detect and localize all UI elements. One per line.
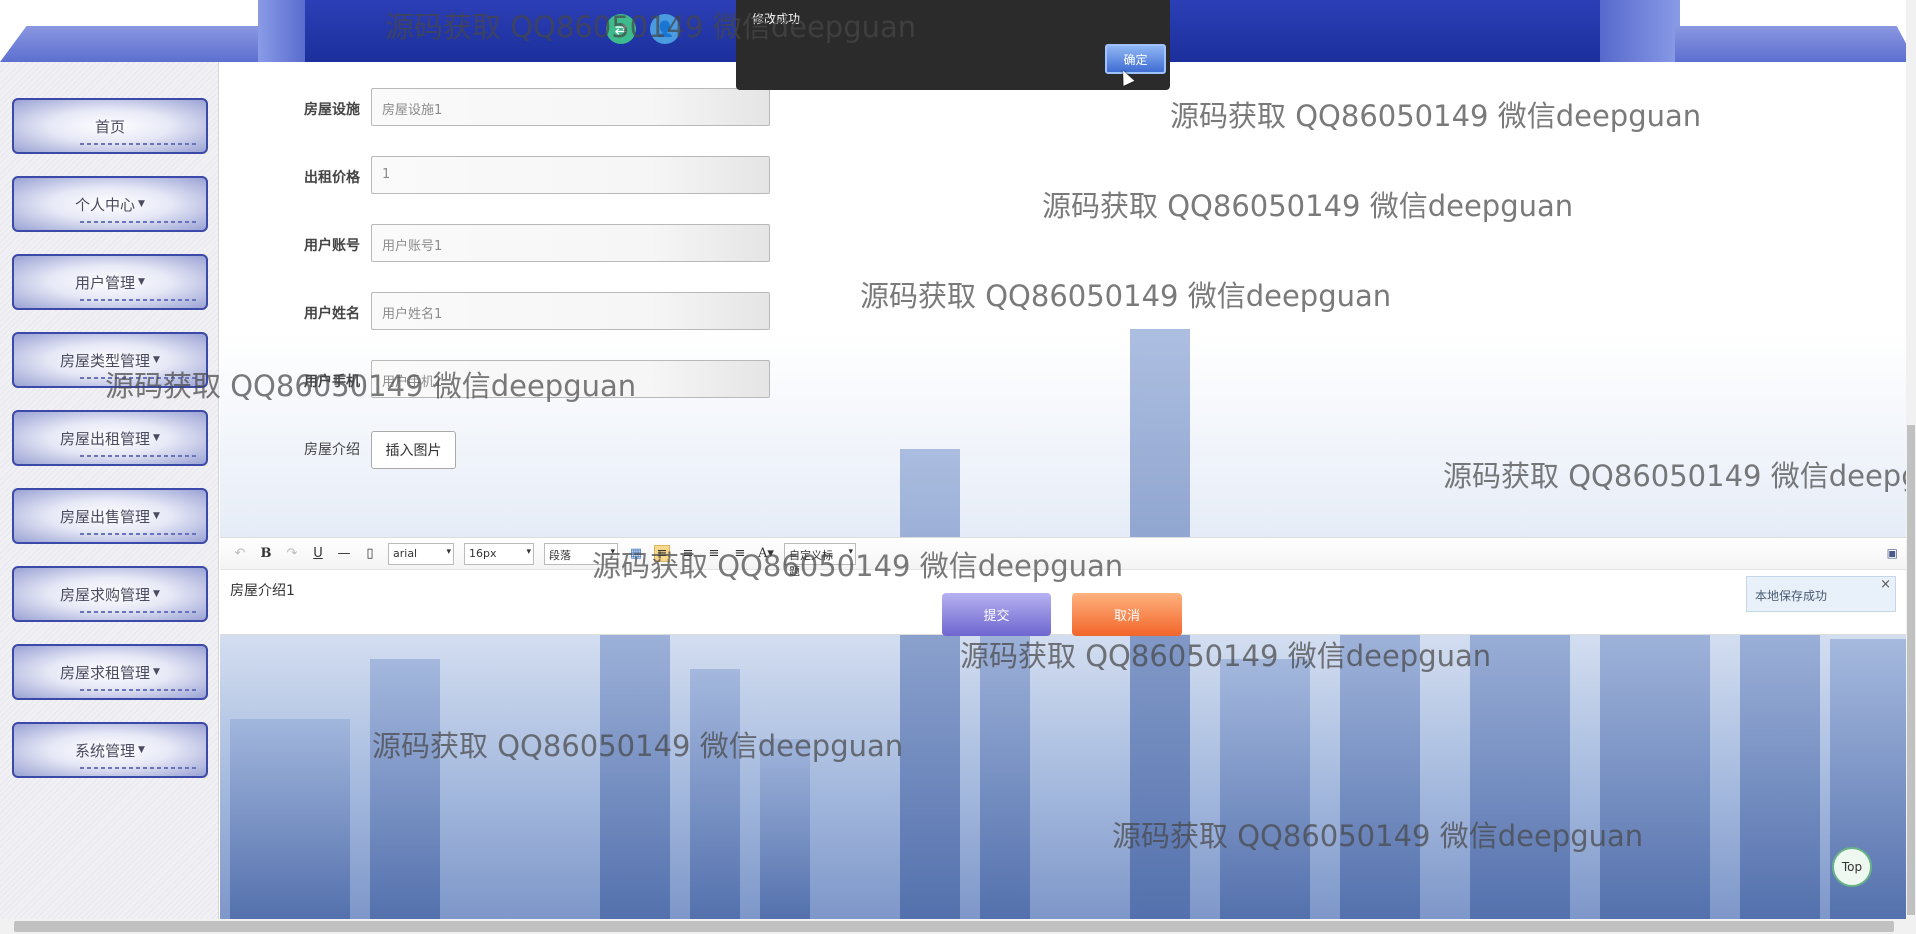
font-color-icon[interactable]: A▾ [758, 546, 774, 561]
field-label-user-account: 用户账号 [304, 238, 360, 254]
sidebar-item-house-rent[interactable]: 房屋出租管理 ▼ [12, 410, 208, 466]
field-label-user-phone: 用户手机 [304, 374, 360, 390]
page-icon[interactable]: ▯ [362, 546, 378, 561]
vertical-scrollbar-thumb[interactable] [1907, 425, 1915, 915]
swap-icon[interactable]: ⇄ [606, 14, 636, 44]
caret-down-icon: ▼ [153, 667, 160, 677]
sidebar: 首页 个人中心 ▼ 用户管理 ▼ 房屋类型管理 ▼ 房屋出租管理 ▼ 房屋出售管理 ▼ 房… [0, 62, 219, 919]
horizontal-rule-icon[interactable]: — [336, 546, 352, 561]
paragraph-select[interactable]: 段落 [544, 542, 618, 565]
custom-title-select[interactable]: 自定义标题 [784, 542, 856, 578]
confirm-button[interactable]: 确定 [1105, 44, 1166, 74]
sidebar-item-house-type[interactable]: 房屋类型管理 ▼ [12, 332, 208, 388]
sidebar-item-label: 首页 [94, 117, 125, 136]
sidebar-item-label: 系统管理 [75, 741, 136, 760]
cancel-button[interactable]: 取消 [1072, 593, 1182, 636]
sidebar-item-house-sale[interactable]: 房屋出售管理 ▼ [12, 488, 208, 544]
bold-icon[interactable]: B [258, 546, 274, 561]
align-right-icon[interactable]: ≡ [680, 546, 696, 561]
user-phone-input[interactable]: 用户手机1 [371, 360, 770, 398]
sidebar-item-user-management[interactable]: 用户管理 ▼ [12, 254, 208, 310]
main-content: 房屋设施 房屋设施1 出租价格 1 用户账号 用户账号1 用户姓名 用户姓名1 … [220, 62, 1906, 919]
table-icon[interactable]: ▦ [628, 546, 644, 561]
editor-toolbar: ↶ B ↷ U — ▯ arial 16px 段落 ▦ ≡ ≡ ≡ ≡ A▾ 自… [220, 538, 1906, 578]
sidebar-item-label: 用户管理 [75, 273, 136, 292]
header-right-wing [1675, 26, 1916, 62]
caret-down-icon: ▼ [153, 511, 160, 521]
sidebar-item-label: 房屋求购管理 [60, 585, 151, 604]
sidebar-item-label: 个人中心 [75, 195, 136, 214]
sidebar-item-home[interactable]: 首页 [12, 98, 208, 154]
close-icon[interactable]: × [1880, 577, 1891, 592]
dialog-message: 修改成功 [752, 12, 801, 26]
font-family-select[interactable]: arial [388, 542, 454, 565]
field-label-house-intro: 房屋介绍 [304, 442, 360, 458]
back-to-top-button[interactable]: Top [1832, 847, 1872, 887]
sidebar-item-label: 房屋出租管理 [60, 429, 151, 448]
sidebar-item-label: 房屋求租管理 [60, 663, 151, 682]
field-label-facilities: 房屋设施 [304, 102, 360, 118]
rich-text-editor: ↶ B ↷ U — ▯ arial 16px 段落 ▦ ≡ ≡ ≡ ≡ A▾ 自… [220, 537, 1906, 635]
sidebar-item-label: 房屋类型管理 [60, 351, 151, 370]
sidebar-item-house-rent-request[interactable]: 房屋求租管理 ▼ [12, 644, 208, 700]
header-right-block [1600, 0, 1680, 62]
align-justify-icon[interactable]: ≡ [732, 546, 748, 561]
caret-down-icon: ▼ [153, 355, 160, 365]
fullscreen-icon[interactable]: ▣ [1887, 546, 1898, 560]
local-save-notice: 本地保存成功 × [1746, 576, 1896, 612]
caret-down-icon: ▼ [153, 433, 160, 443]
header-left-wing [0, 26, 265, 62]
local-save-text: 本地保存成功 [1755, 589, 1828, 603]
user-account-input[interactable]: 用户账号1 [371, 224, 770, 262]
field-label-rent-price: 出租价格 [304, 170, 360, 186]
caret-down-icon: ▼ [138, 199, 145, 209]
header-left-block [258, 0, 308, 62]
user-icon[interactable]: 👤 [650, 14, 680, 44]
underline-icon[interactable]: U [310, 546, 326, 561]
align-center-icon[interactable]: ≡ [706, 546, 722, 561]
facilities-input[interactable]: 房屋设施1 [371, 88, 770, 126]
caret-down-icon: ▼ [138, 745, 145, 755]
editor-content[interactable]: 房屋介绍1 [220, 570, 1906, 610]
font-size-select[interactable]: 16px [464, 542, 534, 565]
field-label-user-name: 用户姓名 [304, 306, 360, 322]
submit-button[interactable]: 提交 [942, 593, 1051, 636]
success-dialog: 修改成功 确定 [736, 0, 1170, 90]
sidebar-item-house-buy-request[interactable]: 房屋求购管理 ▼ [12, 566, 208, 622]
caret-down-icon: ▼ [138, 277, 145, 287]
align-left-icon[interactable]: ≡ [654, 545, 670, 562]
insert-image-button[interactable]: 插入图片 [371, 431, 456, 469]
sidebar-item-personal-center[interactable]: 个人中心 ▼ [12, 176, 208, 232]
redo-icon[interactable]: ↷ [284, 546, 300, 561]
sidebar-item-label: 房屋出售管理 [60, 507, 151, 526]
rent-price-input[interactable]: 1 [371, 156, 770, 194]
sidebar-item-system[interactable]: 系统管理 ▼ [12, 722, 208, 778]
horizontal-scrollbar-thumb[interactable] [14, 921, 1894, 932]
caret-down-icon: ▼ [153, 589, 160, 599]
user-name-input[interactable]: 用户姓名1 [371, 292, 770, 330]
undo-icon[interactable]: ↶ [232, 546, 248, 561]
